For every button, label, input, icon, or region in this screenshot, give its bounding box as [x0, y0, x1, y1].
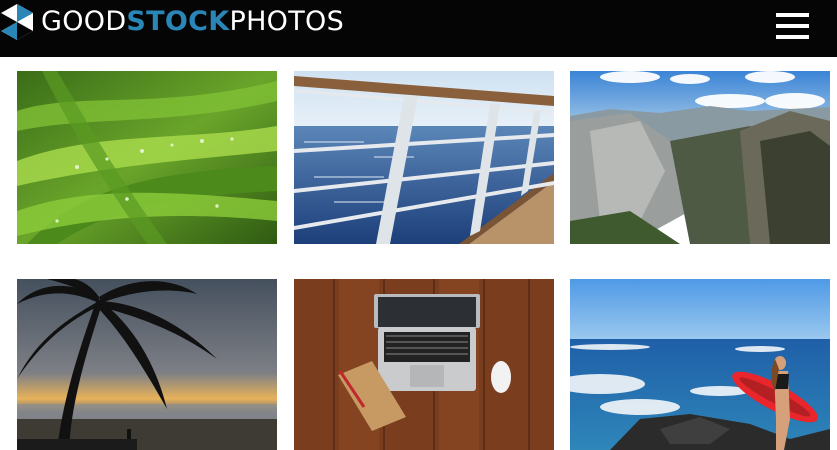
grass-photo — [17, 71, 277, 244]
site-logo[interactable]: GOODSTOCKPHOTOS — [0, 3, 344, 41]
logo-wordmark: GOODSTOCKPHOTOS — [41, 3, 344, 41]
hamburger-menu-icon[interactable] — [771, 9, 813, 45]
logo-hexagon-icon — [1, 4, 33, 40]
logo-word-good: GOOD — [41, 6, 127, 37]
ship-railing-photo — [294, 71, 554, 244]
menu-bar — [776, 24, 809, 28]
photo-tile-laptop-desk[interactable] — [294, 279, 554, 450]
photo-tile-grass[interactable] — [17, 71, 277, 244]
palm-sunset-photo — [17, 279, 277, 450]
mountains-photo — [570, 71, 830, 244]
surfer-photo — [570, 279, 830, 450]
photo-tile-surfer[interactable] — [570, 279, 830, 450]
logo-word-stock: STOCK — [126, 6, 230, 37]
laptop-desk-photo — [294, 279, 554, 450]
site-header: GOODSTOCKPHOTOS — [0, 0, 837, 57]
menu-bar — [776, 35, 809, 39]
photo-tile-mountains[interactable] — [570, 71, 830, 244]
menu-bar — [776, 13, 809, 17]
logo-word-photos: PHOTOS — [229, 6, 345, 37]
photo-tile-palm-sunset[interactable] — [17, 279, 277, 450]
photo-tile-ship-railing[interactable] — [294, 71, 554, 244]
